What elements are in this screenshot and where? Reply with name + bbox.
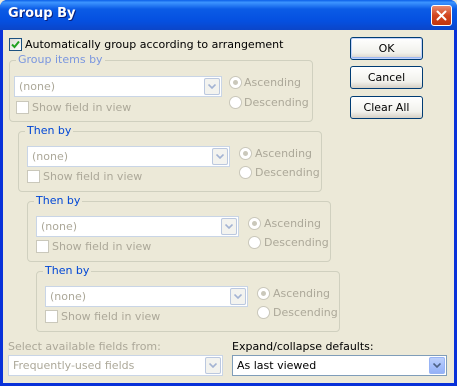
group-1-show-field-checkbox[interactable] — [16, 101, 29, 114]
group-1-descending-radio[interactable] — [229, 96, 242, 109]
close-button[interactable] — [431, 5, 452, 26]
group-3-field-select[interactable]: (none) — [36, 216, 239, 237]
clear-all-button-label: Clear All — [363, 101, 410, 114]
then-by-2-title: Then by — [34, 194, 83, 207]
group-3-descending-radio[interactable] — [248, 236, 261, 249]
chevron-down-icon — [212, 148, 228, 165]
group-2-show-field-checkbox[interactable] — [27, 170, 40, 183]
group-4-ascending-label: Ascending — [273, 287, 331, 300]
group-4-descending-label: Descending — [273, 306, 338, 319]
check-icon — [11, 40, 20, 49]
chevron-down-icon — [205, 357, 221, 374]
group-2-descending-radio[interactable] — [239, 166, 252, 179]
group-2-field-select[interactable]: (none) — [27, 146, 230, 167]
group-2-ascending-radio[interactable] — [239, 147, 252, 160]
group-2-ascending-label: Ascending — [255, 147, 313, 160]
chevron-down-icon — [221, 218, 237, 235]
group-3-show-field-label: Show field in view — [52, 240, 152, 253]
expand-collapse-label: Expand/collapse defaults: — [232, 340, 374, 353]
group-items-by-title: Group items by — [16, 53, 105, 66]
then-by-3-box: Then by (none) Show field in view Ascend… — [36, 264, 340, 332]
then-by-1-box: Then by (none) Show field in view Ascend… — [18, 124, 322, 192]
clear-all-button[interactable]: Clear All — [350, 96, 423, 119]
close-icon — [436, 10, 447, 21]
title-bar[interactable]: Group By — [0, 0, 457, 30]
fields-from-value: Frequently-used fields — [13, 359, 135, 372]
dialog-window: Group By Automatically group according t… — [0, 0, 457, 386]
group-4-field-select[interactable]: (none) — [45, 286, 248, 307]
then-by-1-title: Then by — [25, 124, 74, 137]
window-title: Group By — [8, 6, 76, 21]
ok-button-label: OK — [378, 42, 395, 55]
group-1-ascending-label: Ascending — [244, 76, 302, 89]
auto-group-label: Automatically group according to arrange… — [25, 38, 284, 51]
ok-button[interactable]: OK — [350, 37, 423, 60]
group-1-field-value: (none) — [19, 80, 56, 93]
then-by-3-title: Then by — [43, 264, 92, 277]
group-3-descending-label: Descending — [264, 236, 329, 249]
fields-from-select[interactable]: Frequently-used fields — [8, 355, 223, 376]
group-3-field-value: (none) — [41, 220, 78, 233]
group-4-show-field-label: Show field in view — [61, 310, 161, 323]
group-2-field-value: (none) — [32, 150, 69, 163]
group-4-field-value: (none) — [50, 290, 87, 303]
chevron-down-icon — [204, 78, 220, 95]
group-3-show-field-checkbox[interactable] — [36, 240, 49, 253]
chevron-down-icon — [230, 288, 246, 305]
group-4-show-field-checkbox[interactable] — [45, 310, 58, 323]
expand-collapse-value: As last viewed — [237, 359, 317, 372]
group-3-ascending-radio[interactable] — [248, 217, 261, 230]
group-2-show-field-label: Show field in view — [43, 170, 143, 183]
group-1-descending-label: Descending — [244, 96, 309, 109]
then-by-2-box: Then by (none) Show field in view Ascend… — [27, 194, 331, 262]
expand-collapse-select[interactable]: As last viewed — [232, 355, 447, 376]
group-1-ascending-radio[interactable] — [229, 76, 242, 89]
group-2-descending-label: Descending — [255, 166, 320, 179]
group-4-ascending-radio[interactable] — [257, 287, 270, 300]
auto-group-checkbox[interactable] — [9, 38, 22, 51]
cancel-button[interactable]: Cancel — [350, 66, 423, 89]
group-items-by-box: Group items by (none) Show field in view… — [9, 53, 313, 122]
dialog-body: Automatically group according to arrange… — [3, 30, 454, 383]
fields-from-label: Select available fields from: — [8, 340, 161, 353]
group-1-field-select[interactable]: (none) — [14, 76, 222, 97]
group-1-show-field-label: Show field in view — [32, 101, 132, 114]
group-4-descending-radio[interactable] — [257, 306, 270, 319]
cancel-button-label: Cancel — [367, 71, 406, 84]
chevron-down-icon — [429, 357, 445, 374]
group-3-ascending-label: Ascending — [264, 217, 322, 230]
